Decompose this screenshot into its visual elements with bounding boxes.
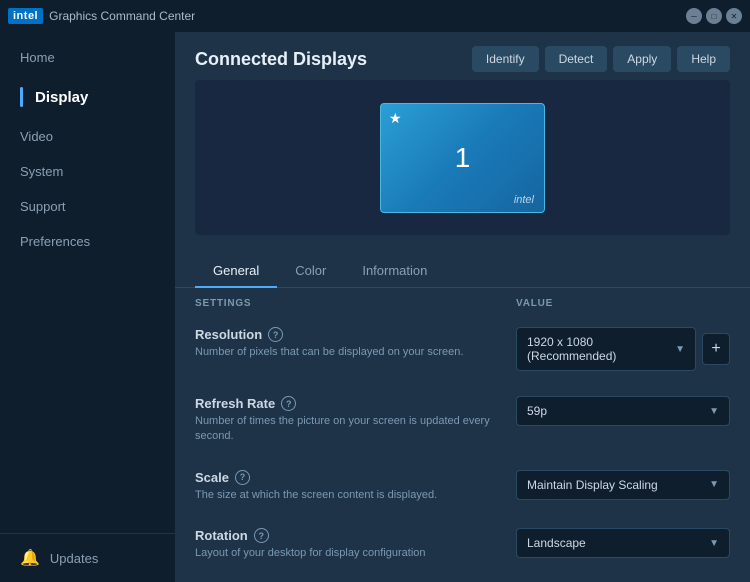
setting-desc-scale: The size at which the screen content is … xyxy=(195,488,500,503)
header-buttons: Identify Detect Apply Help xyxy=(472,46,730,72)
help-icon-scale[interactable]: ? xyxy=(235,470,250,485)
sidebar-item-label: Support xyxy=(20,199,66,214)
help-icon-rotation[interactable]: ? xyxy=(254,528,269,543)
setting-row-resolution: Resolution ? Number of pixels that can b… xyxy=(195,315,730,384)
sidebar-item-support[interactable]: Support xyxy=(0,189,175,224)
setting-desc-resolution: Number of pixels that can be displayed o… xyxy=(195,345,500,360)
help-button[interactable]: Help xyxy=(677,46,730,72)
chevron-down-icon: ▼ xyxy=(709,479,719,490)
resolution-select[interactable]: 1920 x 1080 (Recommended) ▼ xyxy=(516,327,696,371)
sidebar-item-updates[interactable]: 🔔 Updates xyxy=(0,533,175,582)
sidebar-item-label: Display xyxy=(35,89,88,106)
tab-information[interactable]: Information xyxy=(344,255,445,288)
setting-desc-rotation: Layout of your desktop for display confi… xyxy=(195,546,500,561)
setting-control-resolution: 1920 x 1080 (Recommended) ▼ + xyxy=(516,327,730,371)
setting-row-aspect-ratio: Aspect Ratio ? Proportions of displayed … xyxy=(195,575,730,582)
main-layout: Home Display Video System Support Prefer… xyxy=(0,32,750,582)
refresh-rate-select[interactable]: 59p ▼ xyxy=(516,396,730,426)
display-monitor[interactable]: ★ 1 intel xyxy=(380,103,545,213)
page-title: Connected Displays xyxy=(195,49,367,70)
close-button[interactable]: ✕ xyxy=(726,8,742,24)
updates-label: Updates xyxy=(50,551,98,566)
setting-control-rotation: Landscape ▼ xyxy=(516,528,730,558)
sidebar-item-system[interactable]: System xyxy=(0,154,175,189)
sidebar-item-label: Video xyxy=(20,129,53,144)
help-icon-refresh-rate[interactable]: ? xyxy=(281,396,296,411)
app-brand: intel Graphics Command Center xyxy=(8,8,686,24)
setting-label-scale: Scale ? xyxy=(195,470,500,485)
help-icon-resolution[interactable]: ? xyxy=(268,327,283,342)
sidebar-item-video[interactable]: Video xyxy=(0,119,175,154)
minimize-button[interactable]: ─ xyxy=(686,8,702,24)
chevron-down-icon: ▼ xyxy=(675,344,685,355)
sidebar-item-preferences[interactable]: Preferences xyxy=(0,224,175,259)
setting-control-refresh-rate: 59p ▼ xyxy=(516,396,730,426)
setting-label-rotation: Rotation ? xyxy=(195,528,500,543)
display-preview-area: ★ 1 intel xyxy=(195,80,730,235)
setting-info-refresh-rate: Refresh Rate ? Number of times the pictu… xyxy=(195,396,516,445)
chevron-down-icon: ▼ xyxy=(709,538,719,549)
sidebar-spacer xyxy=(0,259,175,533)
setting-control-scale: Maintain Display Scaling ▼ xyxy=(516,470,730,500)
chevron-down-icon: ▼ xyxy=(709,406,719,417)
setting-info-resolution: Resolution ? Number of pixels that can b… xyxy=(195,327,516,360)
sidebar-item-home[interactable]: Home xyxy=(0,40,175,75)
apply-button[interactable]: Apply xyxy=(613,46,671,72)
column-settings-label: SETTINGS xyxy=(195,298,516,309)
setting-row-scale: Scale ? The size at which the screen con… xyxy=(195,458,730,516)
content-area: Connected Displays Identify Detect Apply… xyxy=(175,32,750,582)
setting-row-refresh-rate: Refresh Rate ? Number of times the pictu… xyxy=(195,384,730,458)
monitor-number: 1 xyxy=(455,142,471,174)
identify-button[interactable]: Identify xyxy=(472,46,539,72)
settings-columns: SETTINGS VALUE xyxy=(195,288,730,315)
tab-color[interactable]: Color xyxy=(277,255,344,288)
title-bar: intel Graphics Command Center ─ □ ✕ xyxy=(0,0,750,32)
rotation-select[interactable]: Landscape ▼ xyxy=(516,528,730,558)
intel-logo: intel xyxy=(8,8,43,24)
app-name: Graphics Command Center xyxy=(49,9,195,23)
active-indicator xyxy=(20,87,23,107)
sidebar-item-label: System xyxy=(20,164,63,179)
window-controls: ─ □ ✕ xyxy=(686,8,742,24)
settings-panel: SETTINGS VALUE Resolution ? Number of pi… xyxy=(175,288,750,582)
monitor-star: ★ xyxy=(389,110,402,127)
maximize-button[interactable]: □ xyxy=(706,8,722,24)
tabs-bar: General Color Information xyxy=(175,245,750,288)
setting-label-resolution: Resolution ? xyxy=(195,327,500,342)
tab-general[interactable]: General xyxy=(195,255,277,288)
sidebar-item-label: Preferences xyxy=(20,234,90,249)
scale-select[interactable]: Maintain Display Scaling ▼ xyxy=(516,470,730,500)
sidebar-item-display[interactable]: Display xyxy=(0,75,175,119)
setting-desc-refresh-rate: Number of times the picture on your scre… xyxy=(195,414,500,445)
setting-info-scale: Scale ? The size at which the screen con… xyxy=(195,470,516,503)
setting-info-rotation: Rotation ? Layout of your desktop for di… xyxy=(195,528,516,561)
column-value-label: VALUE xyxy=(516,298,730,309)
content-header: Connected Displays Identify Detect Apply… xyxy=(175,32,750,80)
detect-button[interactable]: Detect xyxy=(545,46,608,72)
sidebar: Home Display Video System Support Prefer… xyxy=(0,32,175,582)
monitor-brand-label: intel xyxy=(514,194,534,206)
sidebar-item-label: Home xyxy=(20,50,55,65)
resolution-add-button[interactable]: + xyxy=(702,333,730,365)
setting-row-rotation: Rotation ? Layout of your desktop for di… xyxy=(195,516,730,574)
setting-label-refresh-rate: Refresh Rate ? xyxy=(195,396,500,411)
bell-icon: 🔔 xyxy=(20,548,40,568)
